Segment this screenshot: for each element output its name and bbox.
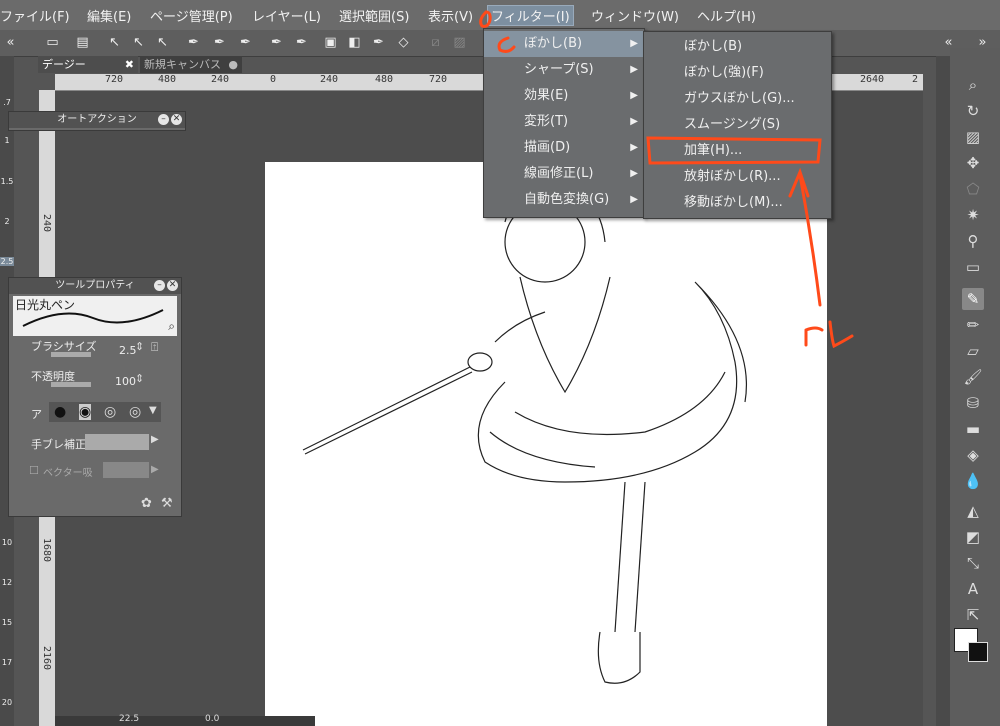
annotation-circle-2 <box>497 36 516 53</box>
status-bar: 22.5 0.0 <box>55 714 315 726</box>
annotation-box <box>646 136 822 165</box>
annotation-circle-1 <box>479 10 492 28</box>
zoom-value[interactable]: 22.5 <box>119 714 139 724</box>
annotation-text: コレ <box>804 322 852 346</box>
annotation-arrow <box>788 167 822 307</box>
annotation-overlay <box>479 10 854 349</box>
angle-value[interactable]: 0.0 <box>205 714 219 724</box>
